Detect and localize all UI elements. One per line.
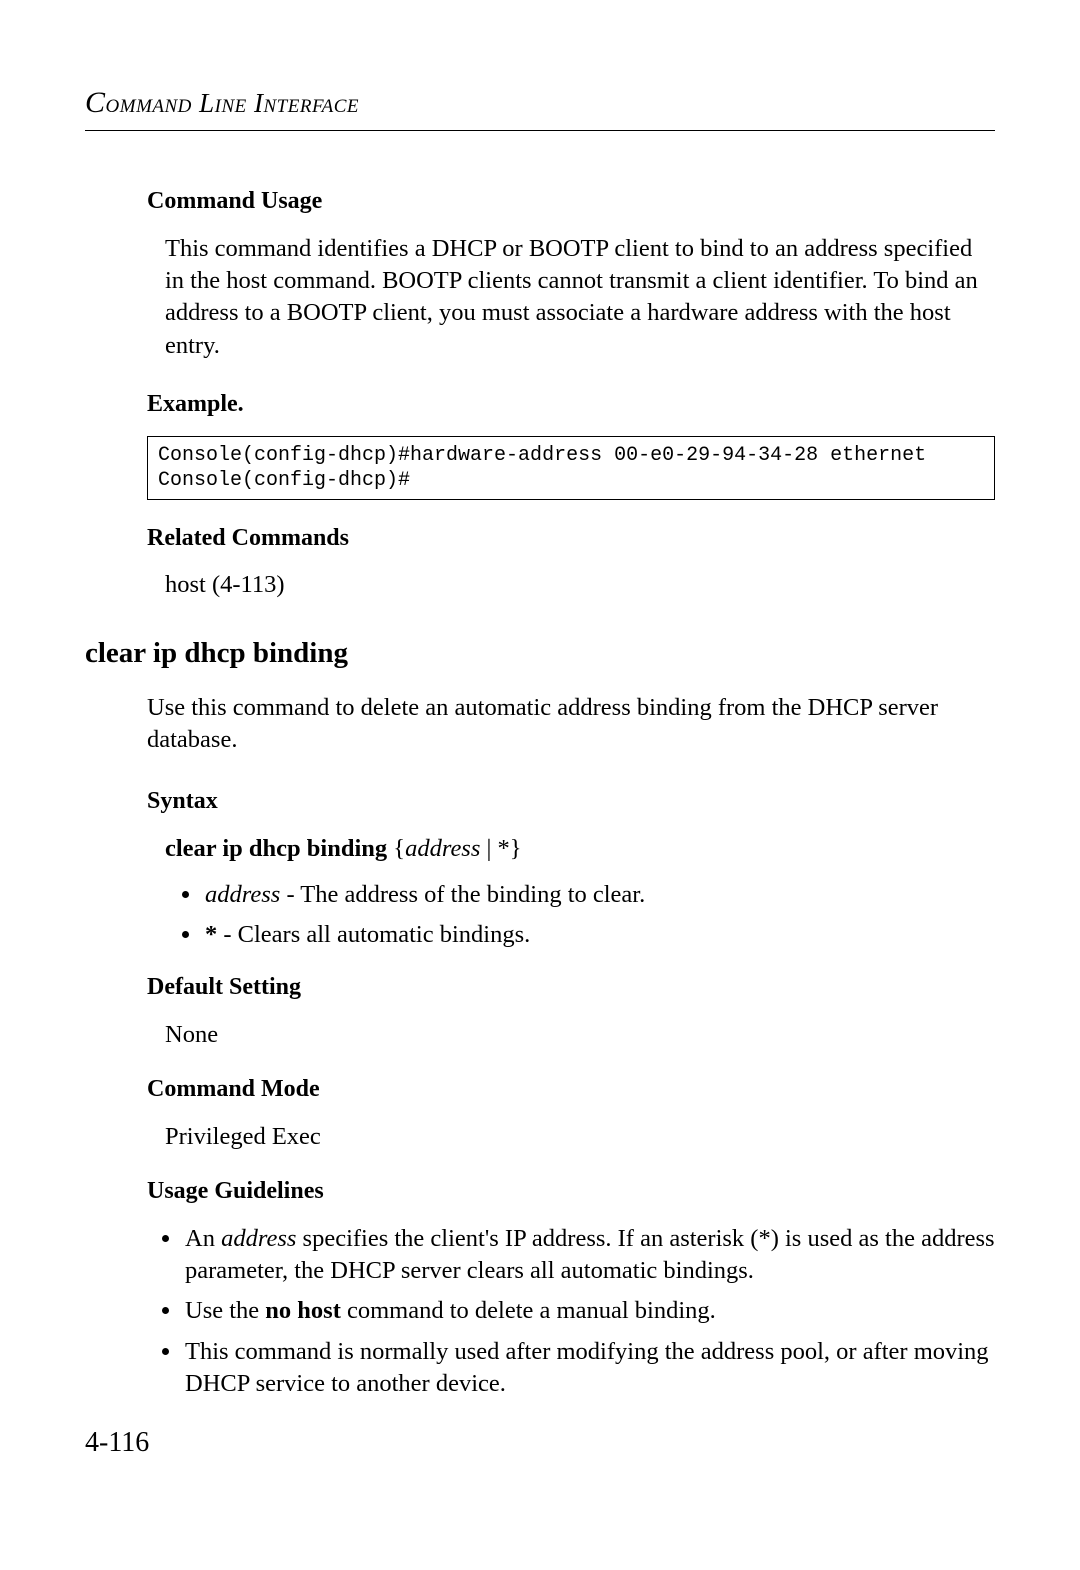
default-setting-body: None [165,1019,995,1051]
bullet-rest: - Clears all automatic bindings. [217,921,530,948]
command-mode-body: Privileged Exec [165,1121,995,1153]
bullet-em: address [221,1225,296,1252]
list-item: An address specifies the client's IP add… [183,1223,995,1288]
syntax-line: clear ip dhcp binding {address | *} [165,832,995,866]
usage-bullets: An address specifies the client's IP add… [159,1223,995,1401]
bullet-bold: * [205,921,217,948]
page: Command Line Interface Command Usage Thi… [0,0,1080,1480]
usage-guidelines-heading: Usage Guidelines [147,1175,995,1209]
syntax-args-pre: { [387,835,405,862]
bullet-pre: This command is normally used after modi… [185,1338,989,1397]
command-title: clear ip dhcp binding [85,633,995,674]
command-intro: Use this command to delete an automatic … [147,692,995,757]
example-heading: Example. [147,388,995,422]
list-item: * - Clears all automatic bindings. [203,919,995,951]
bullet-pre: An [185,1225,221,1252]
related-commands-body: host (4-113) [165,569,995,601]
command-usage-body: This command identifies a DHCP or BOOTP … [165,233,995,362]
example-code: Console(config-dhcp)#hardware-address 00… [147,436,995,500]
list-item: Use the no host command to delete a manu… [183,1295,995,1327]
syntax-args-em: address [405,835,480,862]
header-rule [85,130,995,131]
content: Command Usage This command identifies a … [85,185,995,1400]
running-header: Command Line Interface [85,82,995,124]
syntax-args-post: | *} [480,835,521,862]
bullet-pre: Use the [185,1297,265,1324]
syntax-heading: Syntax [147,785,995,819]
list-item: address - The address of the binding to … [203,879,995,911]
page-number: 4-116 [85,1423,149,1462]
bullet-rest: - The address of the binding to clear. [280,881,645,908]
command-mode-heading: Command Mode [147,1073,995,1107]
default-setting-heading: Default Setting [147,971,995,1005]
syntax-command: clear ip dhcp binding [165,835,387,862]
running-header-text: ommand Line Interface [106,88,359,118]
bullet-post: command to delete a manual binding. [341,1297,716,1324]
command-usage-heading: Command Usage [147,185,995,219]
bullet-em: address [205,881,280,908]
related-commands-heading: Related Commands [147,522,995,556]
bullet-post: specifies the client's IP address. If an… [185,1225,995,1284]
bullet-bold: no host [265,1297,341,1324]
list-item: This command is normally used after modi… [183,1336,995,1401]
syntax-bullets: address - The address of the binding to … [179,879,995,952]
